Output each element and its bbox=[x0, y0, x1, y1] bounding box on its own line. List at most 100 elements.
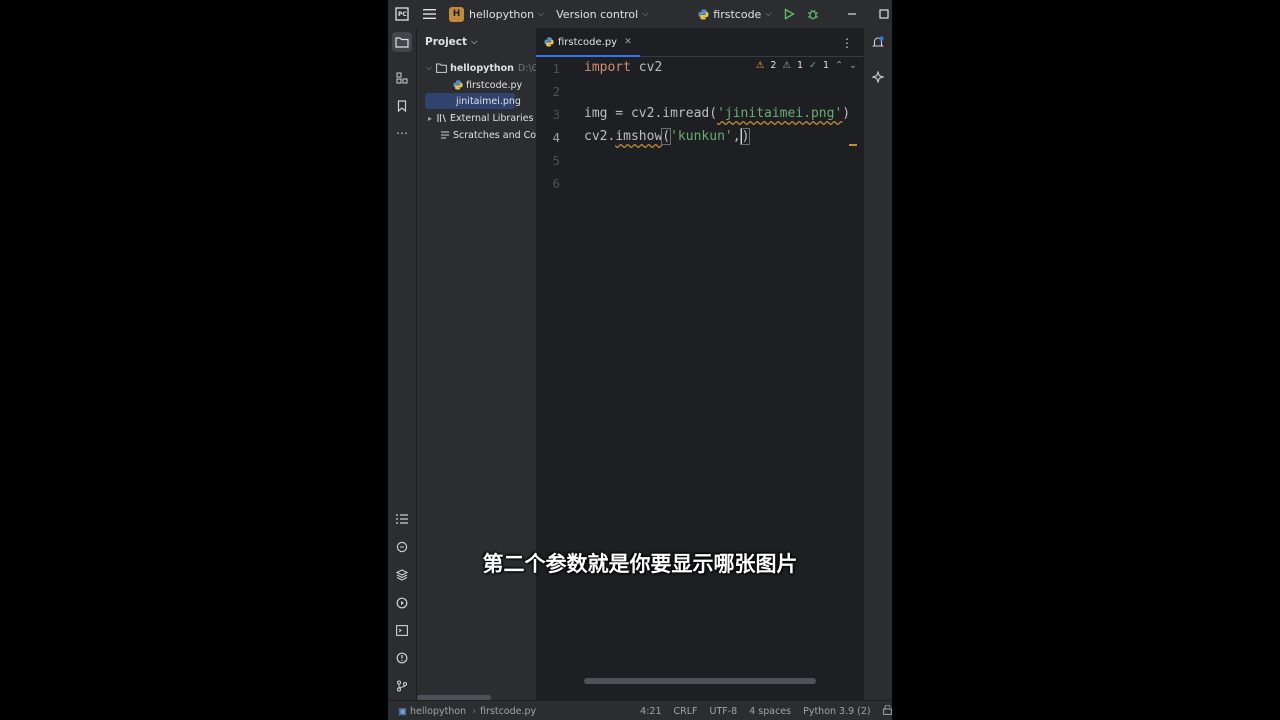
tree-item-scratches[interactable]: Scratches and Con bbox=[440, 127, 536, 143]
project-panel: Project ⌵ ⌵ hellopython D:\Co firstcode.… bbox=[417, 28, 536, 700]
line-number: 5 bbox=[552, 153, 560, 168]
run-config-selector[interactable]: firstcode ⌵ bbox=[698, 0, 771, 28]
todo-icon[interactable] bbox=[392, 509, 412, 529]
line-number: 2 bbox=[552, 84, 560, 99]
module-icon: ▣ bbox=[398, 705, 407, 717]
tab-firstcode[interactable]: firstcode.py ✕ bbox=[536, 28, 640, 57]
chevron-down-icon: ⌵ bbox=[471, 37, 478, 46]
tab-options-icon[interactable]: ⋮ bbox=[841, 36, 853, 50]
python-interpreter[interactable]: Python 3.9 (2) bbox=[803, 706, 871, 717]
project-name: hellopython bbox=[469, 7, 535, 21]
tab-label: firstcode.py bbox=[558, 36, 618, 48]
code-line-4[interactable]: cv2.imshow('kunkun',) bbox=[584, 128, 751, 145]
tree-label: firstcode.py bbox=[466, 79, 523, 91]
tree-label: Scratches and Con bbox=[453, 129, 536, 141]
services-icon[interactable] bbox=[392, 593, 412, 613]
file-encoding[interactable]: UTF-8 bbox=[710, 706, 738, 717]
string-literal: 'kunkun' bbox=[670, 129, 733, 144]
project-switcher[interactable]: H hellopython ⌵ bbox=[449, 0, 544, 28]
line-separator[interactable]: CRLF bbox=[674, 706, 698, 717]
structure-icon[interactable] bbox=[392, 68, 412, 88]
function-call: imshow bbox=[615, 129, 663, 144]
chevron-down-icon[interactable]: ⌄ bbox=[849, 60, 857, 71]
chevron-down-icon: ⌵ bbox=[426, 63, 433, 72]
text-cursor: ) bbox=[739, 128, 751, 145]
python-file-icon bbox=[544, 37, 554, 47]
ai-assistant-icon[interactable] bbox=[868, 67, 888, 87]
line-number-current: 4 bbox=[552, 130, 560, 145]
check-icon: ✓ bbox=[809, 60, 818, 71]
indent-setting[interactable]: 4 spaces bbox=[749, 706, 791, 717]
terminal-icon[interactable] bbox=[392, 620, 412, 640]
code-token: ) bbox=[842, 106, 851, 121]
tree-item-firstcode[interactable]: firstcode.py bbox=[453, 77, 522, 93]
line-number: 1 bbox=[552, 61, 560, 76]
tree-label: External Libraries bbox=[450, 112, 534, 124]
chevron-up-icon[interactable]: ⌃ bbox=[835, 60, 843, 71]
project-panel-header[interactable]: Project ⌵ bbox=[417, 28, 536, 56]
string-literal: 'jinitaimei.png' bbox=[717, 106, 843, 121]
line-number: 3 bbox=[552, 107, 560, 122]
tree-item-hellopython[interactable]: ⌵ hellopython D:\Co bbox=[426, 60, 536, 76]
chevron-down-icon: ⌵ bbox=[765, 9, 772, 18]
video-subtitle: 第二个参数就是你要显示哪张图片 bbox=[482, 552, 798, 576]
library-icon bbox=[437, 114, 447, 123]
warning-stripe-marker[interactable] bbox=[849, 144, 857, 146]
editor-tab-bar: firstcode.py ✕ ⋮ bbox=[536, 28, 863, 57]
code-token: cv2. bbox=[584, 129, 616, 144]
left-tool-strip: ⋯ bbox=[388, 28, 417, 700]
code-token: cv2 bbox=[630, 60, 663, 75]
more-tools-icon[interactable]: ⋯ bbox=[392, 123, 412, 143]
tree-label: hellopython bbox=[450, 62, 514, 74]
code-line-3[interactable]: img = cv2.imread('jinitaimei.png') bbox=[584, 106, 850, 121]
notifications-icon[interactable] bbox=[868, 32, 888, 52]
breadcrumb-separator-icon: › bbox=[472, 705, 476, 717]
project-panel-title: Project bbox=[425, 36, 468, 48]
code-token: , bbox=[732, 129, 741, 144]
code-editor[interactable]: firstcode.py ✕ ⋮ ⚠ 2 ⚠ 1 ✓ 1 ⌃ ⌄ 1 2 3 4 5 … bbox=[536, 28, 863, 700]
maximize-icon[interactable] bbox=[879, 0, 890, 28]
scratches-icon bbox=[441, 131, 449, 139]
tree-item-jinitaimei[interactable]: jinitaimei.png bbox=[425, 93, 521, 109]
code-line-1[interactable]: import cv2 bbox=[584, 60, 662, 75]
hamburger-icon[interactable] bbox=[423, 0, 437, 28]
debug-icon[interactable] bbox=[807, 0, 819, 28]
tab-close-icon[interactable]: ✕ bbox=[624, 37, 632, 47]
minimize-icon[interactable] bbox=[847, 0, 857, 28]
breadcrumb-project[interactable]: hellopython bbox=[410, 706, 466, 717]
editor-hscrollbar[interactable] bbox=[584, 678, 816, 684]
inspection-widget[interactable]: ⚠ 2 ⚠ 1 ✓ 1 ⌃ ⌄ bbox=[756, 60, 857, 71]
python-icon bbox=[698, 8, 709, 20]
tree-label: jinitaimei.png bbox=[456, 95, 521, 107]
weak-warning-count: 1 bbox=[797, 60, 804, 71]
status-bar: ▣ hellopython › firstcode.py 4:21 CRLF U… bbox=[388, 700, 892, 720]
code-token: img = cv2.imread( bbox=[584, 106, 718, 121]
project-folder-icon[interactable] bbox=[392, 32, 412, 52]
lock-icon[interactable] bbox=[882, 704, 892, 718]
keyword-import: import bbox=[584, 60, 631, 75]
tree-item-external-libraries[interactable]: ▸ External Libraries bbox=[428, 110, 533, 126]
app-icon[interactable]: PC bbox=[395, 0, 409, 28]
vcs-widget[interactable]: Version control ⌵ bbox=[556, 0, 648, 28]
warning-icon: ⚠ bbox=[755, 60, 765, 71]
ide-window: PC H hellopython ⌵ Version control ⌵ fir… bbox=[388, 0, 892, 720]
ok-count: 1 bbox=[823, 60, 830, 71]
problems-icon[interactable] bbox=[392, 648, 412, 668]
caret-position[interactable]: 4:21 bbox=[640, 706, 661, 717]
tree-path-hint: D:\Co bbox=[517, 62, 536, 74]
title-bar: PC H hellopython ⌵ Version control ⌵ fir… bbox=[388, 0, 892, 28]
chevron-down-icon: ⌵ bbox=[642, 9, 649, 18]
bookmarks-icon[interactable] bbox=[392, 96, 412, 116]
code-token: ( bbox=[661, 128, 672, 145]
line-number: 6 bbox=[552, 176, 560, 191]
folder-icon bbox=[436, 63, 447, 73]
chevron-down-icon: ⌵ bbox=[538, 9, 545, 18]
run-icon[interactable] bbox=[783, 0, 796, 28]
weak-warning-icon: ⚠ bbox=[782, 60, 791, 71]
warning-count: 2 bbox=[770, 60, 777, 71]
svg-text:PC: PC bbox=[398, 11, 407, 18]
breadcrumb-file[interactable]: firstcode.py bbox=[480, 706, 536, 717]
right-tool-strip bbox=[863, 28, 892, 700]
python-file-icon bbox=[453, 80, 463, 90]
git-icon[interactable] bbox=[392, 676, 412, 696]
